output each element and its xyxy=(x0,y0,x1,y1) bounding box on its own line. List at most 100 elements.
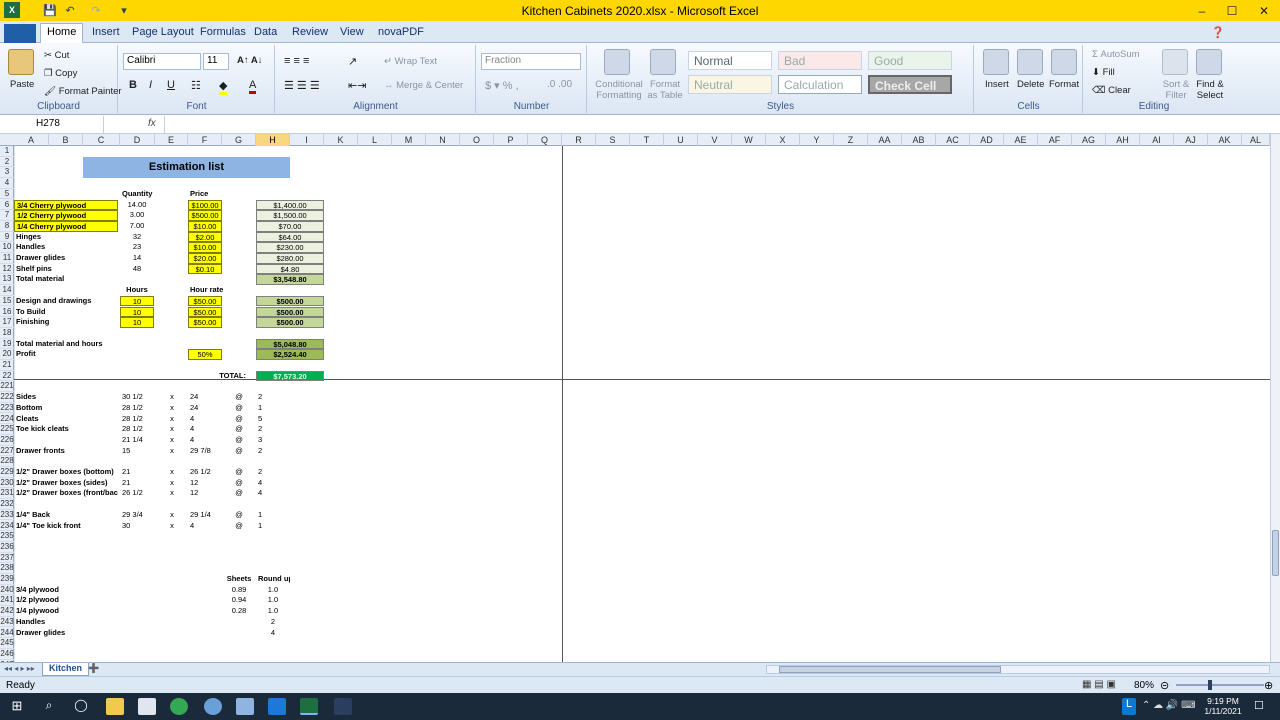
labor-total[interactable]: $500.00 xyxy=(256,317,324,328)
material-price[interactable]: $10.00 xyxy=(188,242,222,253)
app-icon[interactable] xyxy=(204,698,222,715)
row-header-13[interactable]: 13 xyxy=(0,274,14,286)
material-total[interactable]: $1,400.00 xyxy=(256,199,324,211)
row-header-222[interactable]: 222 xyxy=(0,392,14,403)
row-header-235[interactable]: 235 xyxy=(0,531,14,542)
zoom-out-icon[interactable]: ⊝ xyxy=(1160,679,1169,692)
profit-value[interactable]: $2,524.40 xyxy=(256,349,324,360)
grow-font-icon[interactable]: A↑ A↓ xyxy=(237,55,263,66)
find-select-button[interactable]: Find & Select xyxy=(1192,79,1228,101)
profit-label[interactable]: Profit xyxy=(14,349,74,360)
row-header-3[interactable]: 3 xyxy=(0,167,14,179)
tab-page-layout[interactable]: Page Layout xyxy=(126,24,200,43)
format-table-icon[interactable] xyxy=(650,49,676,75)
column-header-aa[interactable]: AA xyxy=(868,134,902,146)
cut-length[interactable]: 15 xyxy=(120,446,154,457)
horizontal-scrollbar[interactable] xyxy=(766,665,1270,674)
total-material-hours-value[interactable]: $5,048.80 xyxy=(256,338,324,350)
labor-total[interactable]: $500.00 xyxy=(256,306,324,318)
row-header-226[interactable]: 226 xyxy=(0,435,14,446)
cut-count[interactable]: 2 xyxy=(256,446,290,457)
column-header-o[interactable]: O xyxy=(460,134,494,146)
column-header-a[interactable]: A xyxy=(14,134,49,146)
cut-name[interactable]: Toe kick cleats xyxy=(14,424,118,435)
cut-length[interactable]: 30 1/2 xyxy=(120,392,154,403)
column-header-ah[interactable]: AH xyxy=(1106,134,1140,146)
column-header-ai[interactable]: AI xyxy=(1140,134,1174,146)
cut-count[interactable]: 5 xyxy=(256,414,290,425)
cut-at[interactable]: @ xyxy=(222,435,256,446)
cut-width[interactable]: 29 1/4 xyxy=(188,510,222,521)
row-header-6[interactable]: 6 xyxy=(0,200,14,211)
material-name[interactable]: 3/4 Cherry plywood xyxy=(14,199,118,211)
total-material-label[interactable]: Total material xyxy=(14,274,118,285)
column-header-aj[interactable]: AJ xyxy=(1174,134,1208,146)
tab-insert[interactable]: Insert xyxy=(86,24,126,43)
row-header-2[interactable]: 2 xyxy=(0,157,14,168)
row-header-224[interactable]: 224 xyxy=(0,414,14,425)
row-header-244[interactable]: 244 xyxy=(0,628,14,639)
column-header-z[interactable]: Z xyxy=(834,134,868,146)
column-header-v[interactable]: V xyxy=(698,134,732,146)
cut-at[interactable]: @ xyxy=(222,488,256,499)
zoom-level[interactable]: 80% xyxy=(1134,680,1154,691)
sheet-material-name[interactable]: 1/2 plywood xyxy=(14,595,118,606)
column-header-g[interactable]: G xyxy=(222,134,256,146)
column-header-r[interactable]: R xyxy=(562,134,596,146)
format-painter-button[interactable]: 🖌 Format Painter xyxy=(44,86,122,97)
roundup-value[interactable]: 1.0 xyxy=(256,595,290,606)
search-icon[interactable]: ⌕ xyxy=(40,698,58,715)
header-sheets[interactable]: Sheets xyxy=(222,574,256,585)
sheet-material-name[interactable]: Handles xyxy=(14,617,118,628)
row-header-4[interactable]: 4 xyxy=(0,178,14,189)
maximize-icon[interactable]: ☐ xyxy=(1216,0,1248,21)
cut-x[interactable]: x xyxy=(155,435,189,446)
roundup-value[interactable]: 1.0 xyxy=(256,585,290,596)
material-qty[interactable]: 23 xyxy=(120,242,154,253)
header-quantity[interactable]: Quantity xyxy=(120,189,154,200)
clear-button[interactable]: ⌫ Clear xyxy=(1092,85,1131,96)
currency-icon[interactable]: $ ▾ % , xyxy=(485,79,519,92)
close-icon[interactable]: ✕ xyxy=(1248,0,1280,21)
column-header-ak[interactable]: AK xyxy=(1208,134,1242,146)
column-header-x[interactable]: X xyxy=(766,134,800,146)
column-header-d[interactable]: D xyxy=(120,134,155,146)
header-roundup[interactable]: Round up xyxy=(256,574,290,585)
sheet-material-name[interactable]: Drawer glides xyxy=(14,628,118,639)
delete-cells-icon[interactable] xyxy=(1017,49,1043,75)
labor-rate[interactable]: $50.00 xyxy=(188,306,222,318)
material-name[interactable]: Handles xyxy=(14,242,118,253)
cut-x[interactable]: x xyxy=(155,446,189,457)
row-header-237[interactable]: 237 xyxy=(0,553,14,564)
cut-name[interactable]: 1/2" Drawer boxes (bottom) xyxy=(14,467,118,478)
row-header-243[interactable]: 243 xyxy=(0,617,14,628)
cut-length[interactable]: 28 1/2 xyxy=(120,414,154,425)
autosum-button[interactable]: Σ AutoSum xyxy=(1092,49,1140,60)
cut-x[interactable]: x xyxy=(155,478,189,489)
tab-view[interactable]: View xyxy=(334,24,370,43)
scroll-thumb[interactable] xyxy=(1272,530,1279,576)
cut-at[interactable]: @ xyxy=(222,510,256,521)
row-header-22[interactable]: 22 xyxy=(0,371,14,382)
total-label[interactable]: TOTAL: xyxy=(188,371,248,382)
cut-length[interactable]: 28 1/2 xyxy=(120,424,154,435)
cut-count[interactable]: 2 xyxy=(256,424,290,435)
row-header-15[interactable]: 15 xyxy=(0,296,14,307)
column-header-i[interactable]: I xyxy=(290,134,324,146)
material-total[interactable]: $4.80 xyxy=(256,263,324,275)
binoculars-icon[interactable] xyxy=(1196,49,1222,75)
column-header-al[interactable]: AL xyxy=(1242,134,1270,146)
name-box[interactable]: H278 xyxy=(0,116,104,133)
material-qty[interactable]: 3.00 xyxy=(120,210,154,221)
cut-width[interactable]: 4 xyxy=(188,521,222,532)
column-header-h[interactable]: H xyxy=(256,134,290,146)
sort-filter-icon[interactable] xyxy=(1162,49,1188,75)
cut-count[interactable]: 2 xyxy=(256,392,290,403)
insert-button[interactable]: Insert xyxy=(985,79,1009,90)
total-value[interactable]: $7,573.20 xyxy=(256,370,324,382)
store-icon[interactable] xyxy=(138,698,156,715)
cut-x[interactable]: x xyxy=(155,488,189,499)
cut-length[interactable]: 30 xyxy=(120,521,154,532)
cut-count[interactable]: 1 xyxy=(256,403,290,414)
row-header-239[interactable]: 239 xyxy=(0,574,14,585)
